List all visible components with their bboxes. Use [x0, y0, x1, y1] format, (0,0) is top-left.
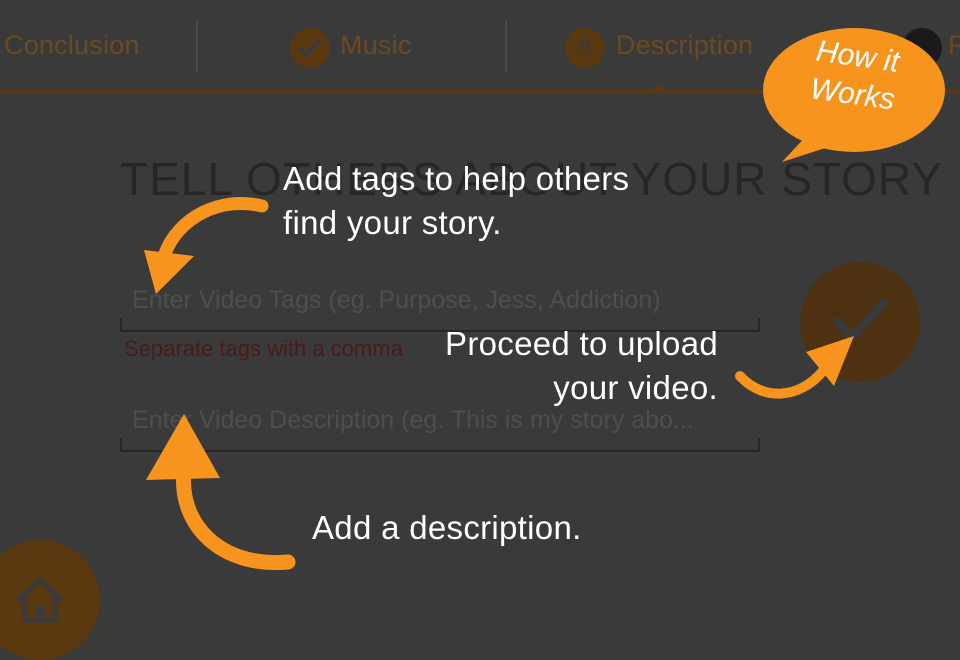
- tip-tags: Add tags to help others find your story.: [283, 157, 629, 245]
- step-music-label[interactable]: Music: [340, 30, 412, 61]
- home-button[interactable]: [0, 540, 100, 660]
- home-icon: [16, 577, 64, 623]
- step-conclusion-label[interactable]: Conclusion: [4, 30, 140, 61]
- step-description-number: 8: [565, 28, 605, 68]
- step-separator: [505, 20, 507, 72]
- tip-proceed: Proceed to upload your video.: [438, 322, 718, 410]
- tags-hint: Separate tags with a comma: [124, 336, 403, 361]
- active-step-caret: [650, 84, 668, 92]
- step-description-label[interactable]: Description: [616, 30, 753, 61]
- step-separator: [196, 20, 198, 72]
- tip-proceed-line-1: Proceed to upload: [445, 325, 718, 362]
- tip-tags-line-2: find your story.: [283, 204, 502, 241]
- step-music-check-icon: [290, 28, 330, 68]
- tip-tags-line-1: Add tags to help others: [283, 160, 630, 197]
- tip-description: Add a description.: [312, 509, 582, 546]
- tip-proceed-line-2: your video.: [553, 369, 718, 406]
- description-curved-arrow-icon: [146, 414, 296, 571]
- tags-curved-arrow-icon: [144, 196, 269, 294]
- proceed-curved-arrow-icon: [735, 336, 854, 399]
